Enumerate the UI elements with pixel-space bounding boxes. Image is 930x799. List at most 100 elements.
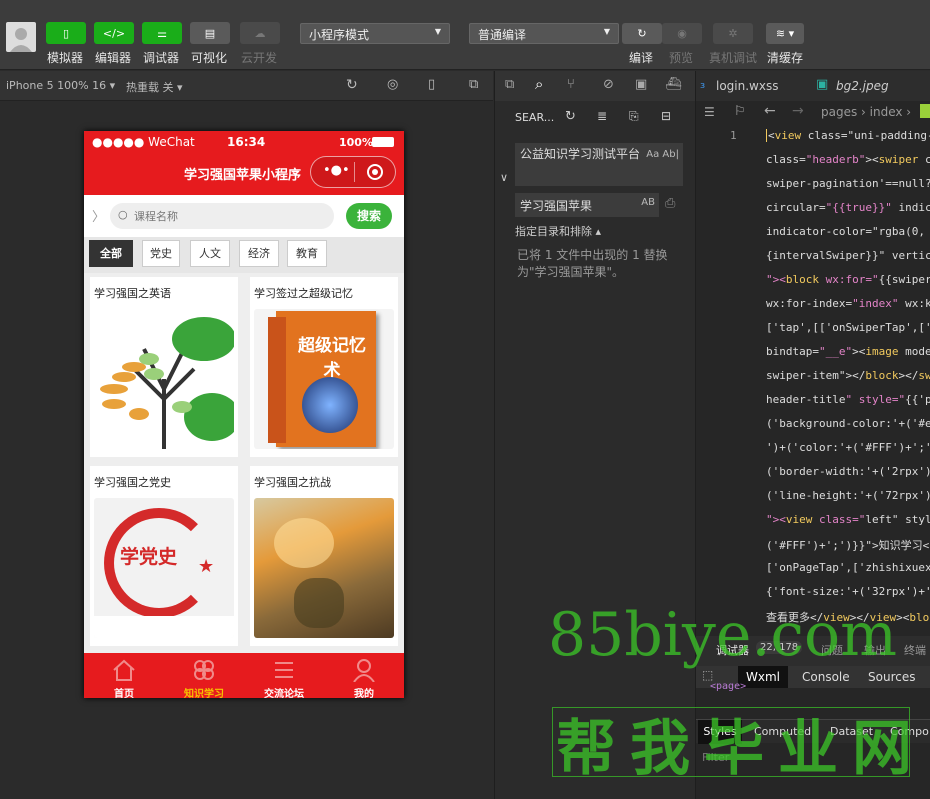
watermark-domain: 85biye.com (548, 600, 898, 670)
course-card[interactable]: 学习强国之英语 (90, 277, 238, 457)
forward-arrow-icon[interactable]: → (792, 103, 804, 119)
code-line[interactable]: {'font-size:'+('32rpx')+' (766, 585, 930, 598)
include-exclude-toggle[interactable]: 指定目录和排除 ▴ (515, 223, 601, 239)
find-input[interactable]: 公益知识学习测试平台 Aa Ab| (515, 143, 683, 186)
code-line[interactable]: wx:for-index="index" wx:k (766, 297, 930, 310)
tab-label: 首页 (114, 689, 134, 698)
category-all[interactable]: 全部 (89, 240, 133, 267)
wxml-page-node[interactable]: <page> (710, 681, 746, 692)
tab-profile[interactable]: 我的 (324, 653, 404, 698)
git-icon[interactable]: ⑂ (567, 77, 575, 92)
tab-label: 交流论坛 (264, 689, 304, 698)
code-line[interactable]: ['tap',[['onSwiperTap',[' (766, 321, 930, 334)
code-line[interactable]: ')+('color:'+('#FFF')+';' (766, 441, 930, 454)
mode-select[interactable]: 小程序模式 ▼ (300, 23, 450, 44)
collapse-icon[interactable]: ⊟ (661, 109, 671, 123)
editor-tab[interactable]: ▣ bg2.jpeg (808, 71, 930, 101)
device-select[interactable]: iPhone 5 100% 16 ▾ (6, 79, 115, 92)
editor-tab[interactable]: ₃ login.wxss (696, 71, 806, 101)
inspect-icon[interactable]: ⬚ (702, 668, 713, 682)
cloud-dev-button[interactable]: ☁ (240, 22, 280, 44)
extensions-icon[interactable]: ▣ (635, 77, 647, 92)
code-line[interactable]: header-title" style="{{'p (766, 393, 930, 406)
category-party-history[interactable]: 党史 (142, 240, 180, 267)
code-line[interactable]: "><view class="left" styl (766, 513, 930, 526)
code-line[interactable]: ('background-color:'+('#e (766, 417, 930, 430)
tab-sources[interactable]: Sources (868, 670, 915, 684)
debug-icon[interactable]: ⊘ (603, 77, 614, 92)
code-line[interactable]: ('#FFF')+';')}}">知识学习< (766, 537, 929, 553)
preview-button[interactable]: ◉ (662, 23, 702, 44)
outline-icon[interactable]: ☰ (704, 105, 715, 119)
capsule-menu[interactable]: •●• (310, 156, 396, 188)
code-line[interactable]: bindtap="__e"><image mode (766, 345, 930, 358)
bookmark-icon[interactable]: ⚐ (734, 104, 746, 119)
course-card[interactable]: 学习强国之抗战 (250, 466, 398, 646)
tab-console[interactable]: Console (802, 670, 850, 684)
visual-toggle-button[interactable]: ▤ (190, 22, 230, 44)
phone-icon[interactable]: ▯ (428, 77, 435, 92)
editor-toggle-button[interactable]: </> (94, 22, 134, 44)
replace-input[interactable]: 学习强国苹果 AB (515, 193, 659, 217)
phone-icon: ▯ (62, 26, 70, 40)
chevron-right-icon[interactable]: 〉 (92, 206, 105, 225)
tab-terminal[interactable]: 终端 (904, 642, 926, 658)
code-line[interactable]: {intervalSwiper}}" vertic (766, 249, 930, 262)
category-humanities[interactable]: 人文 (190, 240, 230, 267)
debugger-toggle-button[interactable]: ⚌ (142, 22, 182, 44)
code-line[interactable]: <view class="uni-padding- (766, 129, 930, 142)
visual-label: 可视化 (191, 51, 228, 65)
flower-icon (194, 660, 214, 680)
course-card[interactable]: 学习强国之党史 学党史 ★ (90, 466, 238, 646)
new-search-icon[interactable]: ⎘ (629, 109, 639, 124)
category-economy[interactable]: 经济 (239, 240, 279, 267)
code-line[interactable]: ('line-height:'+('72rpx') (766, 489, 930, 502)
preserve-case-icon[interactable]: AB (641, 197, 655, 208)
refresh-icon[interactable]: ↻ (565, 109, 576, 124)
compile-button[interactable]: ↻ (622, 23, 662, 44)
code-line[interactable]: "><block wx:for="{{swiper (766, 273, 930, 286)
chevron-down-icon[interactable]: ∨ (500, 171, 508, 184)
hot-reload-select[interactable]: 热重载 关 ▾ (126, 79, 183, 95)
rotate-icon[interactable]: ↻ (346, 77, 358, 93)
breadcrumb: pages › index › (821, 105, 912, 119)
battery-icon (372, 137, 394, 147)
compile-select[interactable]: 普通编译 ▼ (469, 23, 619, 44)
search-icon[interactable]: ⌕ (535, 75, 543, 93)
layout-icon: ▤ (204, 26, 216, 40)
search-button[interactable]: 搜索 (346, 203, 392, 229)
tab-label: login.wxss (716, 79, 779, 93)
war-painting-image (254, 498, 394, 638)
clear-results-icon[interactable]: ≣ (597, 109, 607, 123)
back-arrow-icon[interactable]: ← (764, 103, 776, 119)
simulator-label: 模拟器 (47, 51, 84, 65)
avatar[interactable] (6, 22, 36, 52)
files-icon[interactable]: ⧉ (505, 77, 514, 92)
chevron-down-icon: ▼ (603, 27, 610, 36)
popout-icon[interactable]: ⧉ (469, 77, 478, 92)
code-line[interactable]: class="headerb"><swiper c (766, 153, 930, 166)
more-icon[interactable]: •●• (323, 163, 350, 178)
code-line[interactable]: circular="{{true}}" indic (766, 201, 930, 214)
phone-screen: ●●●●● WeChat 16:34 100% 学习强国苹果小程序 •●• 〉 … (84, 131, 404, 698)
remote-debug-button[interactable]: ✲ (713, 23, 753, 44)
course-card[interactable]: 学习签过之超级记忆 超级记忆术 (250, 277, 398, 457)
code-line[interactable]: swiper-pagination'==null? (766, 177, 930, 190)
simulator-toggle-button[interactable]: ▯ (46, 22, 86, 44)
stop-icon[interactable]: ◎ (387, 77, 398, 92)
clear-cache-button[interactable]: ≋ ▾ (766, 23, 804, 44)
search-input[interactable]: ○ 课程名称 (110, 203, 334, 229)
close-icon[interactable] (367, 164, 383, 180)
tab-forum[interactable]: 交流论坛 (244, 653, 324, 698)
tab-knowledge[interactable]: 知识学习 (164, 653, 244, 698)
tab-home[interactable]: 首页 (84, 653, 164, 698)
match-options-icon[interactable]: Aa Ab| (646, 146, 679, 163)
code-line[interactable]: ('border-width:'+('2rpx') (766, 465, 930, 478)
tab-label: bg2.jpeg (836, 79, 889, 93)
docker-icon[interactable]: ⛴ (665, 77, 682, 92)
code-line[interactable]: swiper-item"></block></swi (766, 369, 930, 382)
category-education[interactable]: 教育 (287, 240, 327, 267)
replace-all-icon[interactable]: ⎙ (665, 196, 675, 211)
code-line[interactable]: ['onPageTap',['zhishixuex (766, 561, 930, 574)
code-line[interactable]: indicator-color="rgba(0, (766, 225, 925, 238)
